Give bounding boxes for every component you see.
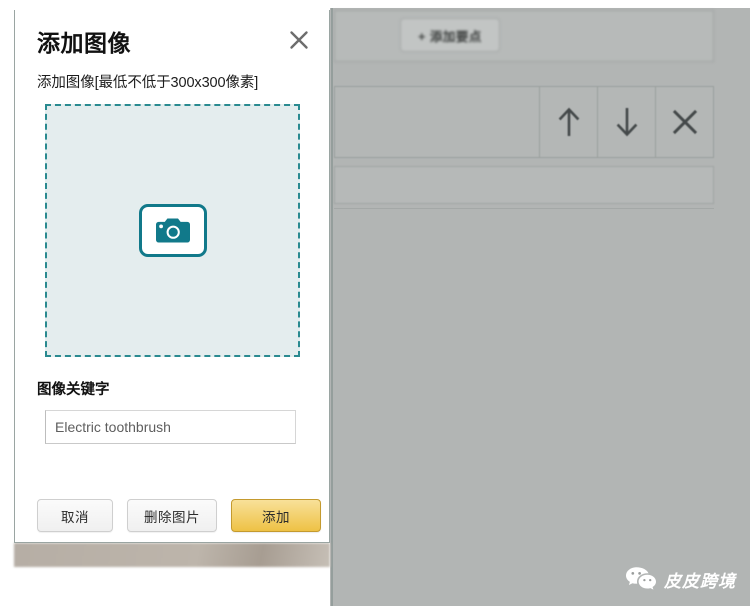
- camera-icon: [138, 204, 207, 257]
- background-separator-line: [334, 208, 714, 209]
- delete-image-button[interactable]: 删除图片: [127, 499, 217, 532]
- dialog-close-button[interactable]: [285, 28, 313, 56]
- panel-vertical-divider: [331, 8, 333, 606]
- add-image-dialog: 添加图像 添加图像[最低不低于300x300像素] 图像关键字 取消 删除图片 …: [14, 10, 330, 543]
- dialog-subtitle: 添加图像[最低不低于300x300像素]: [37, 75, 259, 91]
- dialog-header: 添加图像: [15, 10, 329, 55]
- background-toolbar-row: [334, 86, 714, 158]
- keyword-input[interactable]: [45, 410, 296, 444]
- close-icon: [288, 29, 310, 56]
- move-down-button[interactable]: [597, 87, 655, 157]
- arrow-up-icon: [554, 105, 584, 139]
- dialog-button-row: 取消 删除图片 添加: [15, 499, 329, 532]
- backdrop-top-white-strip: [330, 0, 750, 8]
- background-beige-strip: [14, 543, 330, 567]
- watermark: 皮皮跨境: [625, 566, 736, 592]
- add-point-button[interactable]: + 添加要点: [400, 18, 500, 52]
- close-icon: [670, 107, 700, 137]
- arrow-down-icon: [612, 105, 642, 139]
- add-button[interactable]: 添加: [231, 499, 321, 532]
- keyword-field-label: 图像关键字: [37, 382, 110, 398]
- remove-row-button[interactable]: [655, 87, 713, 157]
- move-up-button[interactable]: [539, 87, 597, 157]
- watermark-text: 皮皮跨境: [664, 571, 736, 591]
- background-top-card: [334, 10, 714, 62]
- image-dropzone[interactable]: [45, 104, 300, 357]
- wechat-icon: [625, 566, 657, 592]
- background-input-strip: [334, 166, 714, 204]
- cancel-button[interactable]: 取消: [37, 499, 113, 532]
- dialog-title: 添加图像: [37, 30, 131, 56]
